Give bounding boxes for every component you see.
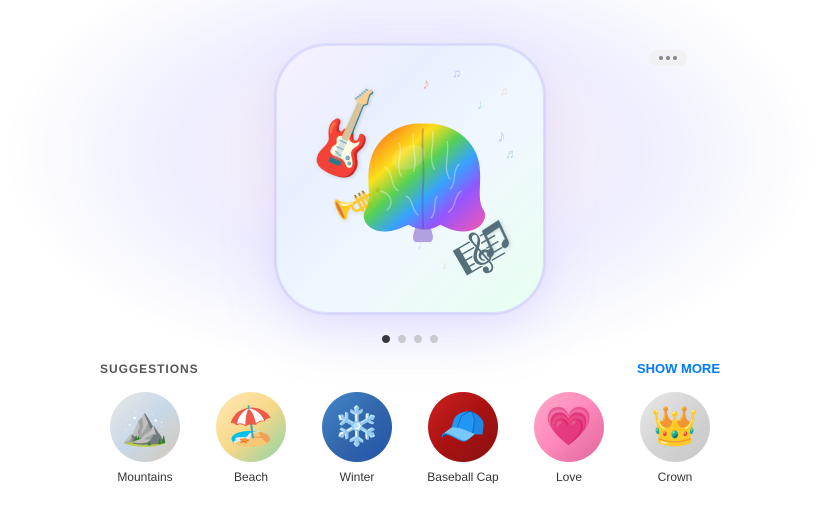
suggestion-circle-1: 🏖️ <box>216 392 286 462</box>
suggestion-item-crown[interactable]: 👑 Crown <box>630 392 720 484</box>
brain-illustration <box>346 114 501 244</box>
suggestion-circle-4: 💗 <box>534 392 604 462</box>
page-dot-4[interactable] <box>430 335 438 343</box>
suggestion-label-3: Baseball Cap <box>427 470 498 484</box>
suggestion-label-2: Winter <box>340 470 375 484</box>
pagination-dots <box>382 335 438 343</box>
page-dot-3[interactable] <box>414 335 422 343</box>
main-content: ♪ ♫ ♩ ♪ ♬ ♫ ♩ ♪ 🎸 🎺 <box>0 0 820 484</box>
show-more-button[interactable]: SHOW MORE <box>637 361 720 376</box>
suggestion-circle-3: 🧢 <box>428 392 498 462</box>
page-dot-2[interactable] <box>398 335 406 343</box>
more-icon <box>659 56 677 60</box>
music-note-8: ♪ <box>442 261 447 272</box>
suggestion-label-5: Crown <box>658 470 693 484</box>
suggestion-circle-2: ❄️ <box>322 392 392 462</box>
icon-inner: ♪ ♫ ♩ ♪ ♬ ♫ ♩ ♪ 🎸 🎺 <box>277 46 543 312</box>
more-button[interactable] <box>649 50 687 66</box>
suggestion-item-mountains[interactable]: ⛰️ Mountains <box>100 392 190 484</box>
suggestion-circle-5: 👑 <box>640 392 710 462</box>
suggestion-label-1: Beach <box>234 470 268 484</box>
suggestion-item-love[interactable]: 💗 Love <box>524 392 614 484</box>
music-note-2: ♫ <box>452 66 461 80</box>
suggestions-section: SUGGESTIONS SHOW MORE ⛰️ Mountains 🏖️ Beach… <box>0 361 820 484</box>
suggestion-item-beach[interactable]: 🏖️ Beach <box>206 392 296 484</box>
suggestion-item-winter[interactable]: ❄️ Winter <box>312 392 402 484</box>
suggestion-circle-0: ⛰️ <box>110 392 180 462</box>
app-icon-card: ♪ ♫ ♩ ♪ ♬ ♫ ♩ ♪ 🎸 🎺 <box>276 45 544 313</box>
page-dot-1[interactable] <box>382 335 390 343</box>
suggestion-label-0: Mountains <box>117 470 172 484</box>
suggestions-row: ⛰️ Mountains 🏖️ Beach ❄️ Winter 🧢 Baseball Cap 💗… <box>100 392 720 484</box>
suggestions-title: SUGGESTIONS <box>100 362 199 376</box>
music-note-5: ♬ <box>505 146 518 161</box>
suggestion-item-baseball-cap[interactable]: 🧢 Baseball Cap <box>418 392 508 484</box>
music-note-3: ♩ <box>477 96 491 112</box>
music-note-6: ♫ <box>500 86 508 98</box>
music-note-1: ♪ <box>422 76 430 94</box>
suggestions-header: SUGGESTIONS SHOW MORE <box>100 361 720 376</box>
suggestion-label-4: Love <box>556 470 582 484</box>
